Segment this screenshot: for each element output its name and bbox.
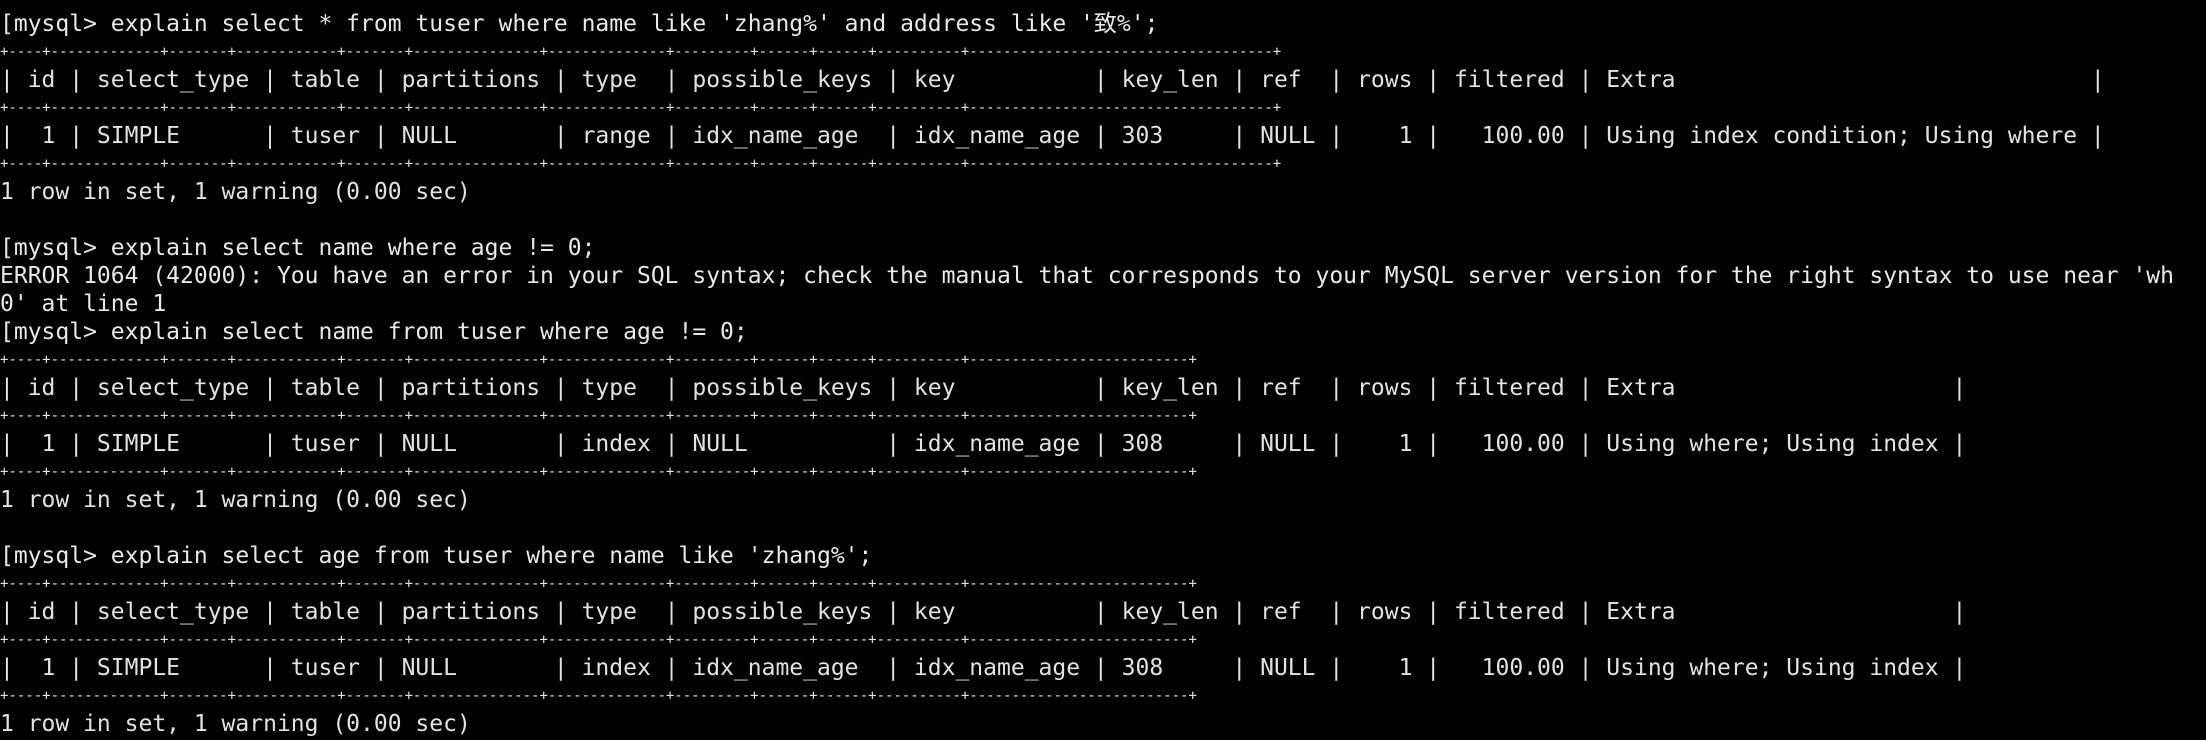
terminal-line-command: [mysql> explain select age from tuser wh… [0,543,873,569]
result-summary: 1 row in set, 1 warning (0.00 sec) [0,711,471,737]
table-border: +----+-------------+-------+------------… [0,408,1197,424]
table-border: +----+-------------+-------+------------… [0,44,1282,60]
table-border: +----+-------------+-------+------------… [0,632,1197,648]
terminal-line-command: [mysql> explain select * from tuser wher… [0,11,1159,37]
table-border: +----+-------------+-------+------------… [0,100,1282,116]
table-border: +----+-------------+-------+------------… [0,464,1197,480]
table-row: | 1 | SIMPLE | tuser | NULL | index | id… [0,655,1967,681]
table-header-row: | id | select_type | table | partitions … [0,375,1967,401]
result-summary: 1 row in set, 1 warning (0.00 sec) [0,179,471,205]
terminal-line-command: [mysql> explain select name where age !=… [0,235,596,261]
terminal-output: [mysql> explain select * from tuser wher… [0,10,2206,738]
table-header-row: | id | select_type | table | partitions … [0,67,2105,93]
error-message-continuation: 0' at line 1 [0,291,167,317]
terminal-window[interactable]: [mysql> explain select * from tuser wher… [0,0,2206,740]
table-row: | 1 | SIMPLE | tuser | NULL | index | NU… [0,431,1967,457]
terminal-line-command: [mysql> explain select name from tuser w… [0,319,748,345]
result-summary: 1 row in set, 1 warning (0.00 sec) [0,487,471,513]
table-border: +----+-------------+-------+------------… [0,156,1282,172]
table-border: +----+-------------+-------+------------… [0,576,1197,592]
table-border: +----+-------------+-------+------------… [0,352,1197,368]
table-header-row: | id | select_type | table | partitions … [0,599,1967,625]
table-border: +----+-------------+-------+------------… [0,688,1197,704]
table-row: | 1 | SIMPLE | tuser | NULL | range | id… [0,123,2105,149]
error-message: ERROR 1064 (42000): You have an error in… [0,263,2175,289]
